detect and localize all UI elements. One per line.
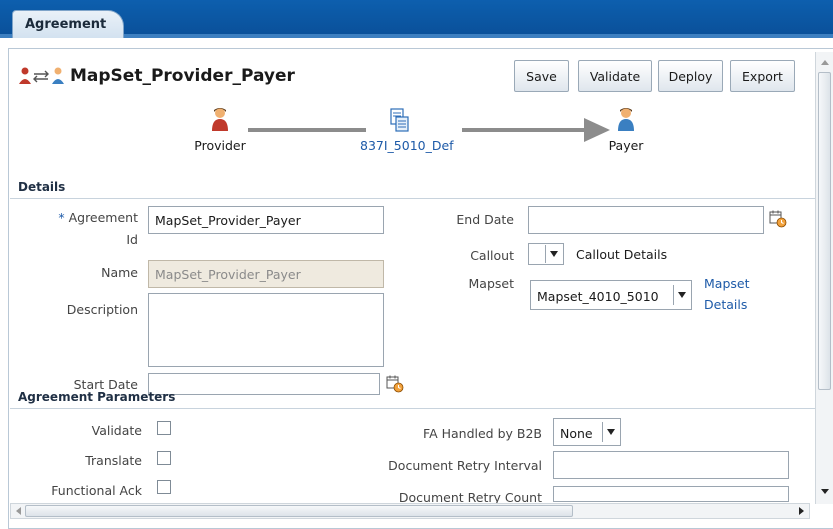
save-button[interactable]: Save <box>514 60 569 92</box>
retry-count-field[interactable] <box>553 486 789 502</box>
parameters-divider <box>10 408 815 409</box>
mapset-details-link[interactable]: Mapset Details <box>704 276 749 312</box>
functional-ack-checkbox[interactable] <box>157 480 171 494</box>
validate-label: Validate <box>91 423 142 438</box>
details-heading: Details <box>18 180 66 194</box>
document-def-icon <box>390 108 409 132</box>
callout-select[interactable] <box>528 243 564 265</box>
flow-source-label: Provider <box>194 138 246 153</box>
vertical-scrollbar[interactable] <box>815 52 833 504</box>
tab-bar: Agreement <box>0 0 833 38</box>
provider-payer-icon <box>19 67 64 84</box>
translate-checkbox[interactable] <box>157 451 171 465</box>
flow-document-link[interactable]: 837I_5010_Def <box>360 138 454 153</box>
scroll-left-icon[interactable] <box>13 505 23 517</box>
mapset-select-value: Mapset_4010_5010 <box>537 289 659 304</box>
callout-details-label: Callout Details <box>576 247 668 262</box>
callout-label: Callout <box>470 248 514 263</box>
calendar-clock-icon[interactable] <box>769 210 787 228</box>
tab-strip <box>0 0 833 38</box>
required-marker: * <box>58 210 69 225</box>
mapset-label: Mapset <box>468 276 514 291</box>
name-label: Name <box>101 265 138 280</box>
horizontal-scrollbar[interactable] <box>10 503 810 519</box>
validate-button[interactable]: Validate <box>578 60 652 92</box>
flow-target: Payer <box>596 138 656 153</box>
horizontal-scroll-thumb[interactable] <box>25 505 573 517</box>
vertical-scroll-thumb[interactable] <box>818 72 831 390</box>
agreement-id-field[interactable]: MapSet_Provider_Payer <box>148 206 384 234</box>
translate-label: Translate <box>85 453 142 468</box>
chevron-down-icon[interactable] <box>673 285 689 305</box>
fa-handled-label: FA Handled by B2B <box>423 426 542 441</box>
start-date-field[interactable] <box>148 373 380 395</box>
validate-checkbox[interactable] <box>157 421 171 435</box>
flow-source: Provider <box>186 138 254 153</box>
fa-handled-select[interactable]: None <box>553 418 621 446</box>
parameters-heading: Agreement Parameters <box>18 390 176 404</box>
agreement-id-label: * Agreement <box>30 210 138 225</box>
deploy-button[interactable]: Deploy <box>658 60 723 92</box>
details-divider <box>10 198 815 199</box>
fa-handled-value: None <box>560 426 593 441</box>
scroll-up-icon[interactable] <box>819 56 831 68</box>
mapset-select[interactable]: Mapset_4010_5010 <box>530 280 692 310</box>
title-row: MapSet_Provider_Payer <box>18 65 295 87</box>
flow-connector-right <box>462 128 588 132</box>
person-red-icon <box>212 108 228 131</box>
end-date-label: End Date <box>456 212 514 227</box>
end-date-field[interactable] <box>528 206 764 234</box>
functional-ack-label: Functional Ack <box>51 483 142 498</box>
mapset-details-line-2[interactable]: Details <box>704 297 749 312</box>
description-field[interactable] <box>148 293 384 367</box>
person-blue-icon <box>618 108 634 131</box>
flow-document[interactable]: 837I_5010_Def <box>360 138 454 153</box>
chevron-down-icon[interactable] <box>545 245 561 263</box>
scroll-right-icon[interactable] <box>795 505 807 517</box>
agreement-id-label-text: Agreement <box>68 210 138 225</box>
scroll-down-icon[interactable] <box>819 484 831 498</box>
calendar-clock-icon[interactable] <box>386 375 404 393</box>
description-label: Description <box>66 302 138 317</box>
chevron-down-icon[interactable] <box>602 422 618 442</box>
mapset-details-line-1[interactable]: Mapset <box>704 276 749 291</box>
tab-agreement[interactable]: Agreement <box>12 10 124 38</box>
page-title: MapSet_Provider_Payer <box>70 66 295 86</box>
export-button[interactable]: Export <box>730 60 795 92</box>
agreement-id-label-2: Id <box>126 232 138 247</box>
flow-target-label: Payer <box>608 138 644 153</box>
flow-connector-left <box>248 128 366 132</box>
retry-interval-field[interactable] <box>553 451 789 479</box>
retry-interval-label: Document Retry Interval <box>388 458 542 473</box>
name-field[interactable]: MapSet_Provider_Payer <box>148 260 384 288</box>
